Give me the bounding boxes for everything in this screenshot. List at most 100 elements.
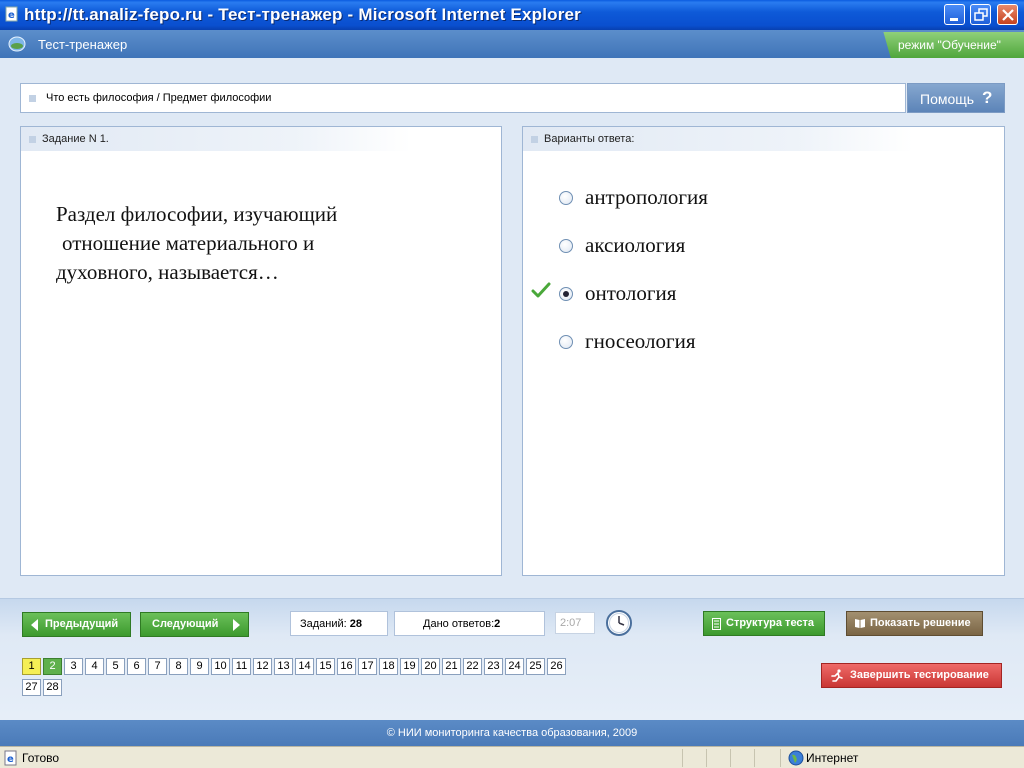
ie-page-icon: e bbox=[5, 6, 18, 22]
task-panel: Задание N 1. Раздел философии, изучающий… bbox=[20, 126, 502, 576]
page-number-button[interactable]: 18 bbox=[379, 658, 398, 675]
finish-test-label: Завершить тестирование bbox=[850, 669, 989, 681]
arrow-right-icon bbox=[233, 619, 240, 631]
answers-panel-header: Варианты ответа: bbox=[523, 127, 913, 151]
previous-button[interactable]: Предыдущий bbox=[22, 612, 131, 637]
page-number-button[interactable]: 22 bbox=[463, 658, 482, 675]
next-button[interactable]: Следующий bbox=[140, 612, 249, 637]
task-number: Задание N 1. bbox=[42, 133, 109, 145]
bullet-square-icon bbox=[29, 95, 36, 102]
clock-icon bbox=[606, 610, 632, 636]
page-number-button[interactable]: 14 bbox=[295, 658, 314, 675]
answer-label[interactable]: аксиология bbox=[585, 233, 685, 258]
page-number-button[interactable]: 28 bbox=[43, 679, 62, 696]
checkmark-icon bbox=[531, 282, 551, 298]
page-number-button[interactable]: 10 bbox=[211, 658, 230, 675]
page-number-button[interactable]: 27 bbox=[22, 679, 41, 696]
show-solution-label: Показать решение bbox=[870, 617, 971, 629]
test-structure-button[interactable]: Структура теста bbox=[703, 611, 825, 636]
next-label: Следующий bbox=[152, 618, 219, 630]
topic-breadcrumb: Что есть философия / Предмет философии bbox=[20, 83, 906, 113]
page-number-button[interactable]: 11 bbox=[232, 658, 251, 675]
bullet-square-icon bbox=[29, 136, 36, 143]
status-text: Готово bbox=[22, 751, 60, 765]
page-number-button[interactable]: 7 bbox=[148, 658, 167, 675]
question-line-1: Раздел философии, изучающий bbox=[56, 202, 338, 226]
question-line-2: отношение материального и bbox=[62, 231, 315, 255]
page-number-button[interactable]: 3 bbox=[64, 658, 83, 675]
list-icon bbox=[712, 618, 721, 630]
restore-button[interactable] bbox=[970, 4, 991, 25]
page-number-button[interactable]: 23 bbox=[484, 658, 503, 675]
answer-label[interactable]: антропология bbox=[585, 185, 708, 210]
restore-icon bbox=[974, 8, 988, 21]
globe-logo-icon bbox=[8, 36, 26, 52]
answer-radio[interactable] bbox=[559, 239, 573, 253]
topic-text: Что есть философия / Предмет философии bbox=[46, 92, 272, 104]
answer-option[interactable]: антропология bbox=[559, 185, 859, 215]
page-number-button[interactable]: 9 bbox=[190, 658, 209, 675]
page-number-button[interactable]: 21 bbox=[442, 658, 461, 675]
close-icon bbox=[1002, 9, 1014, 21]
test-structure-label: Структура теста bbox=[726, 617, 815, 629]
answer-option-selected[interactable]: онтология bbox=[559, 281, 859, 311]
page-number-button[interactable]: 15 bbox=[316, 658, 335, 675]
page-number-button[interactable]: 20 bbox=[421, 658, 440, 675]
page-number-button[interactable]: 6 bbox=[127, 658, 146, 675]
answer-radio[interactable] bbox=[559, 335, 573, 349]
close-button[interactable] bbox=[997, 4, 1018, 25]
answer-label[interactable]: онтология bbox=[585, 281, 676, 306]
page-number-button[interactable]: 2 bbox=[43, 658, 62, 675]
globe-icon bbox=[788, 750, 804, 766]
zone-text: Интернет bbox=[806, 751, 859, 765]
page-number-button[interactable]: 5 bbox=[106, 658, 125, 675]
svg-text:e: e bbox=[7, 754, 14, 765]
page-number-button[interactable]: 17 bbox=[358, 658, 377, 675]
question-mark-icon: ? bbox=[982, 88, 993, 107]
timer-value: 2:07 bbox=[560, 617, 582, 629]
answer-radio-checked[interactable] bbox=[559, 287, 573, 301]
page-number-button[interactable]: 24 bbox=[505, 658, 524, 675]
page-number-button[interactable]: 25 bbox=[526, 658, 545, 675]
previous-label: Предыдущий bbox=[45, 618, 119, 630]
page-done-icon: e bbox=[4, 750, 17, 766]
window-titlebar[interactable]: e http://tt.analiz-fepo.ru - Тест-тренаж… bbox=[0, 0, 1024, 30]
answer-option[interactable]: гносеология bbox=[559, 329, 859, 359]
timer-display: 2:07 bbox=[555, 612, 595, 634]
bullet-square-icon bbox=[531, 136, 538, 143]
page-number-button[interactable]: 16 bbox=[337, 658, 356, 675]
page-number-button[interactable]: 13 bbox=[274, 658, 293, 675]
copyright-text: © НИИ мониторинга качества образования, … bbox=[386, 727, 638, 739]
running-man-icon bbox=[831, 669, 843, 682]
browser-statusbar: e Готово Интернет bbox=[0, 746, 1024, 768]
answer-radio[interactable] bbox=[559, 191, 573, 205]
page-number-button[interactable]: 12 bbox=[253, 658, 272, 675]
help-button[interactable]: Помощь ? bbox=[907, 83, 1005, 113]
answered-count: 2 bbox=[494, 618, 501, 630]
finish-test-button[interactable]: Завершить тестирование bbox=[821, 663, 1002, 688]
tasks-count: 28 bbox=[349, 618, 363, 630]
app-header: Тест-тренажер режим "Обучение" bbox=[0, 30, 1024, 58]
minimize-icon bbox=[950, 18, 958, 21]
answered-label: Дано ответов: bbox=[423, 618, 495, 630]
show-solution-button[interactable]: Показать решение bbox=[846, 611, 983, 636]
page-number-button[interactable]: 4 bbox=[85, 658, 104, 675]
tasks-counter: Заданий: 28 bbox=[290, 611, 388, 636]
window-title: http://tt.analiz-fepo.ru - Тест-тренажер… bbox=[24, 5, 581, 24]
page-number-button[interactable]: 26 bbox=[547, 658, 566, 675]
answered-counter: Дано ответов:2 bbox=[394, 611, 545, 636]
help-label: Помощь bbox=[920, 91, 975, 107]
page-number-button[interactable]: 19 bbox=[400, 658, 419, 675]
mode-badge: режим "Обучение" bbox=[883, 32, 1024, 58]
minimize-button[interactable] bbox=[944, 4, 965, 25]
task-panel-header: Задание N 1. bbox=[21, 127, 411, 151]
question-text: Раздел философии, изучающий отношение ма… bbox=[56, 200, 396, 287]
arrow-left-icon bbox=[31, 619, 38, 631]
mode-label: режим "Обучение" bbox=[898, 38, 1001, 52]
answer-label[interactable]: гносеология bbox=[585, 329, 696, 354]
answers-header: Варианты ответа: bbox=[544, 133, 635, 145]
answer-option[interactable]: аксиология bbox=[559, 233, 859, 263]
answers-panel: Варианты ответа: антропология аксиология… bbox=[522, 126, 1005, 576]
page-number-button[interactable]: 8 bbox=[169, 658, 188, 675]
page-number-button[interactable]: 1 bbox=[22, 658, 41, 675]
